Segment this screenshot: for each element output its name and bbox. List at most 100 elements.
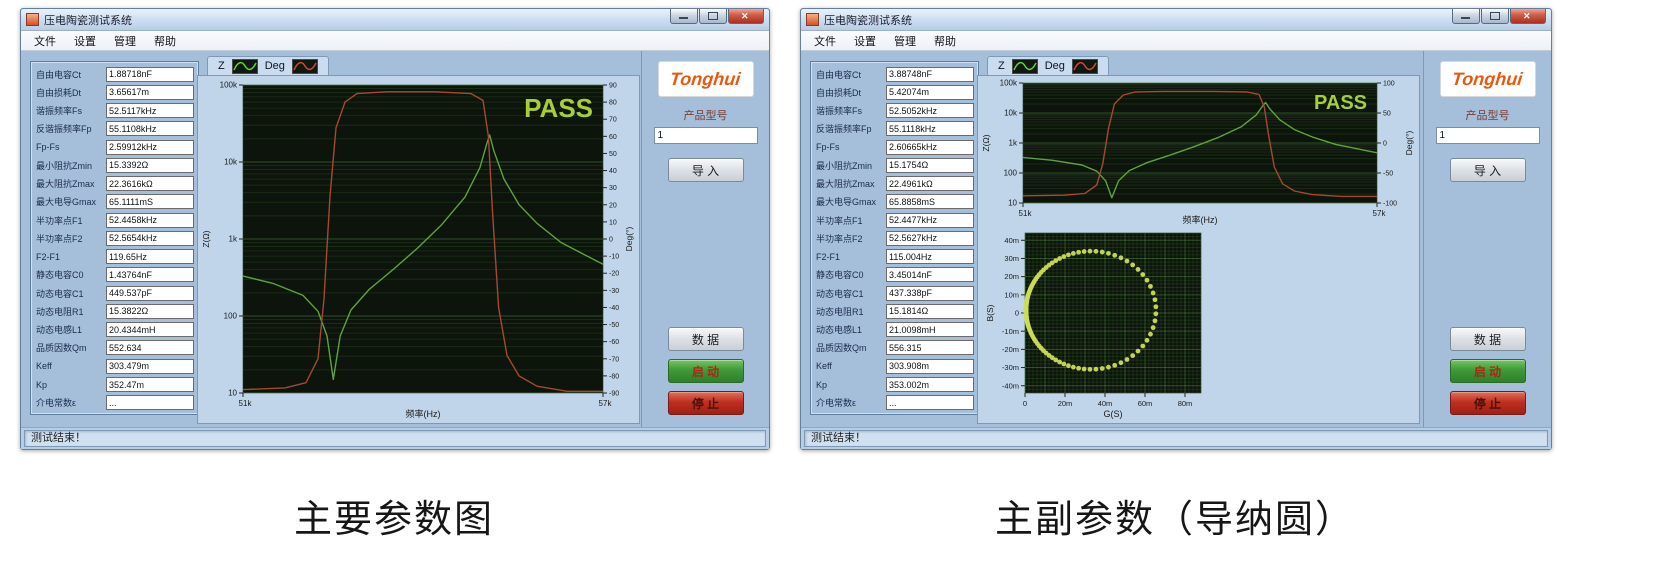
window-title: 压电陶瓷测试系统 [824,12,912,28]
param-row: 反谐振频率Fp [816,122,974,136]
minimize-button[interactable] [1452,9,1480,24]
param-value-input[interactable] [106,103,194,118]
start-button[interactable]: 启 动 [1450,359,1526,383]
param-value-input[interactable] [886,304,974,319]
app-icon [26,13,39,26]
param-value-input[interactable] [106,249,194,264]
param-value-input[interactable] [886,249,974,264]
param-label: 半功率点F1 [816,214,886,227]
minimize-button[interactable] [670,9,698,24]
param-value-input[interactable] [106,176,194,191]
param-row: 最大阻抗Zmax [36,177,194,191]
import-button[interactable]: 导 入 [668,158,744,182]
maximize-button[interactable] [699,9,727,24]
param-value-input[interactable] [886,395,974,410]
param-value-input[interactable] [886,359,974,374]
product-model-input[interactable] [1436,127,1540,144]
minimize-icon [679,17,688,19]
param-value-input[interactable] [106,231,194,246]
param-row: Kp [816,378,974,392]
svg-text:-90: -90 [609,391,619,398]
pass-indicator: PASS [524,93,593,123]
param-value-input[interactable] [106,194,194,209]
param-value-input[interactable] [886,231,974,246]
param-value-input[interactable] [886,121,974,136]
param-label: 自由电容Ct [36,68,106,81]
param-row: 谐振频率Fs [36,104,194,118]
svg-text:G(S): G(S) [1104,409,1123,419]
svg-text:60m: 60m [1138,399,1153,408]
menu-item[interactable]: 管理 [105,31,145,51]
param-value-input[interactable] [886,176,974,191]
param-value-input[interactable] [106,267,194,282]
tab-z-deg[interactable]: Z Deg [987,56,1109,75]
menu-item[interactable]: 设置 [65,31,105,51]
param-value-input[interactable] [106,377,194,392]
svg-text:100: 100 [1383,81,1395,88]
param-value-input[interactable] [106,286,194,301]
param-row: 最大电导Gmax [36,195,194,209]
svg-text:Deg(°): Deg(°) [1404,131,1414,156]
param-value-input[interactable] [886,67,974,82]
close-button[interactable]: ✕ [1510,9,1546,24]
menu-item[interactable]: 设置 [845,31,885,51]
parameter-panel: 自由电容Ct自由损耗Dt谐振频率Fs反谐振频率FpFp-Fs最小阻抗Zmin最大… [30,61,199,415]
menu-item[interactable]: 帮助 [145,31,185,51]
param-value-input[interactable] [886,158,974,173]
param-value-input[interactable] [886,267,974,282]
data-button[interactable]: 数 据 [1450,327,1526,351]
curve-tab-strip: Z Deg [987,54,1109,75]
tonghui-logo: Tonghui [658,61,754,97]
svg-text:20m: 20m [1004,272,1019,281]
data-button[interactable]: 数 据 [668,327,744,351]
product-model-input[interactable] [654,127,758,144]
stop-button[interactable]: 停 止 [1450,391,1526,415]
param-row: 自由损耗Dt [36,85,194,99]
param-label: 半功率点F2 [816,232,886,245]
param-label: Fp-Fs [816,142,886,152]
param-value-input[interactable] [106,158,194,173]
stop-button[interactable]: 停 止 [668,391,744,415]
menu-item[interactable]: 文件 [25,31,65,51]
param-value-input[interactable] [886,286,974,301]
param-value-input[interactable] [886,103,974,118]
param-value-input[interactable] [886,194,974,209]
start-button[interactable]: 启 动 [668,359,744,383]
param-value-input[interactable] [886,322,974,337]
maximize-button[interactable] [1481,9,1509,24]
param-value-input[interactable] [106,395,194,410]
param-label: Keff [36,361,106,371]
import-button[interactable]: 导 入 [1450,158,1526,182]
title-bar[interactable]: 压电陶瓷测试系统 ✕ [801,9,1551,31]
param-value-input[interactable] [106,340,194,355]
menu-item[interactable]: 文件 [805,31,845,51]
svg-text:60: 60 [609,134,617,141]
svg-text:100: 100 [224,312,238,321]
param-value-input[interactable] [106,140,194,155]
param-value-input[interactable] [886,85,974,100]
param-value-input[interactable] [106,359,194,374]
svg-text:-80: -80 [609,373,619,380]
product-model-label: 产品型号 [684,107,728,123]
param-value-input[interactable] [106,121,194,136]
menu-item[interactable]: 帮助 [925,31,965,51]
param-row: 最大阻抗Zmax [816,177,974,191]
param-value-input[interactable] [886,340,974,355]
minimize-icon [1461,17,1470,19]
tab-z-deg[interactable]: Z Deg [207,56,329,75]
svg-text:1k: 1k [1009,139,1018,148]
title-bar[interactable]: 压电陶瓷测试系统 ✕ [21,9,769,31]
param-value-input[interactable] [886,213,974,228]
param-value-input[interactable] [106,304,194,319]
param-value-input[interactable] [886,140,974,155]
menu-item[interactable]: 管理 [885,31,925,51]
param-row: 反谐振频率Fp [36,122,194,136]
param-row: 动态电感L1 [36,323,194,337]
close-button[interactable]: ✕ [728,9,764,24]
param-value-input[interactable] [106,213,194,228]
param-value-input[interactable] [886,377,974,392]
param-value-input[interactable] [106,322,194,337]
svg-text:-50: -50 [1383,171,1393,178]
param-value-input[interactable] [106,85,194,100]
param-value-input[interactable] [106,67,194,82]
